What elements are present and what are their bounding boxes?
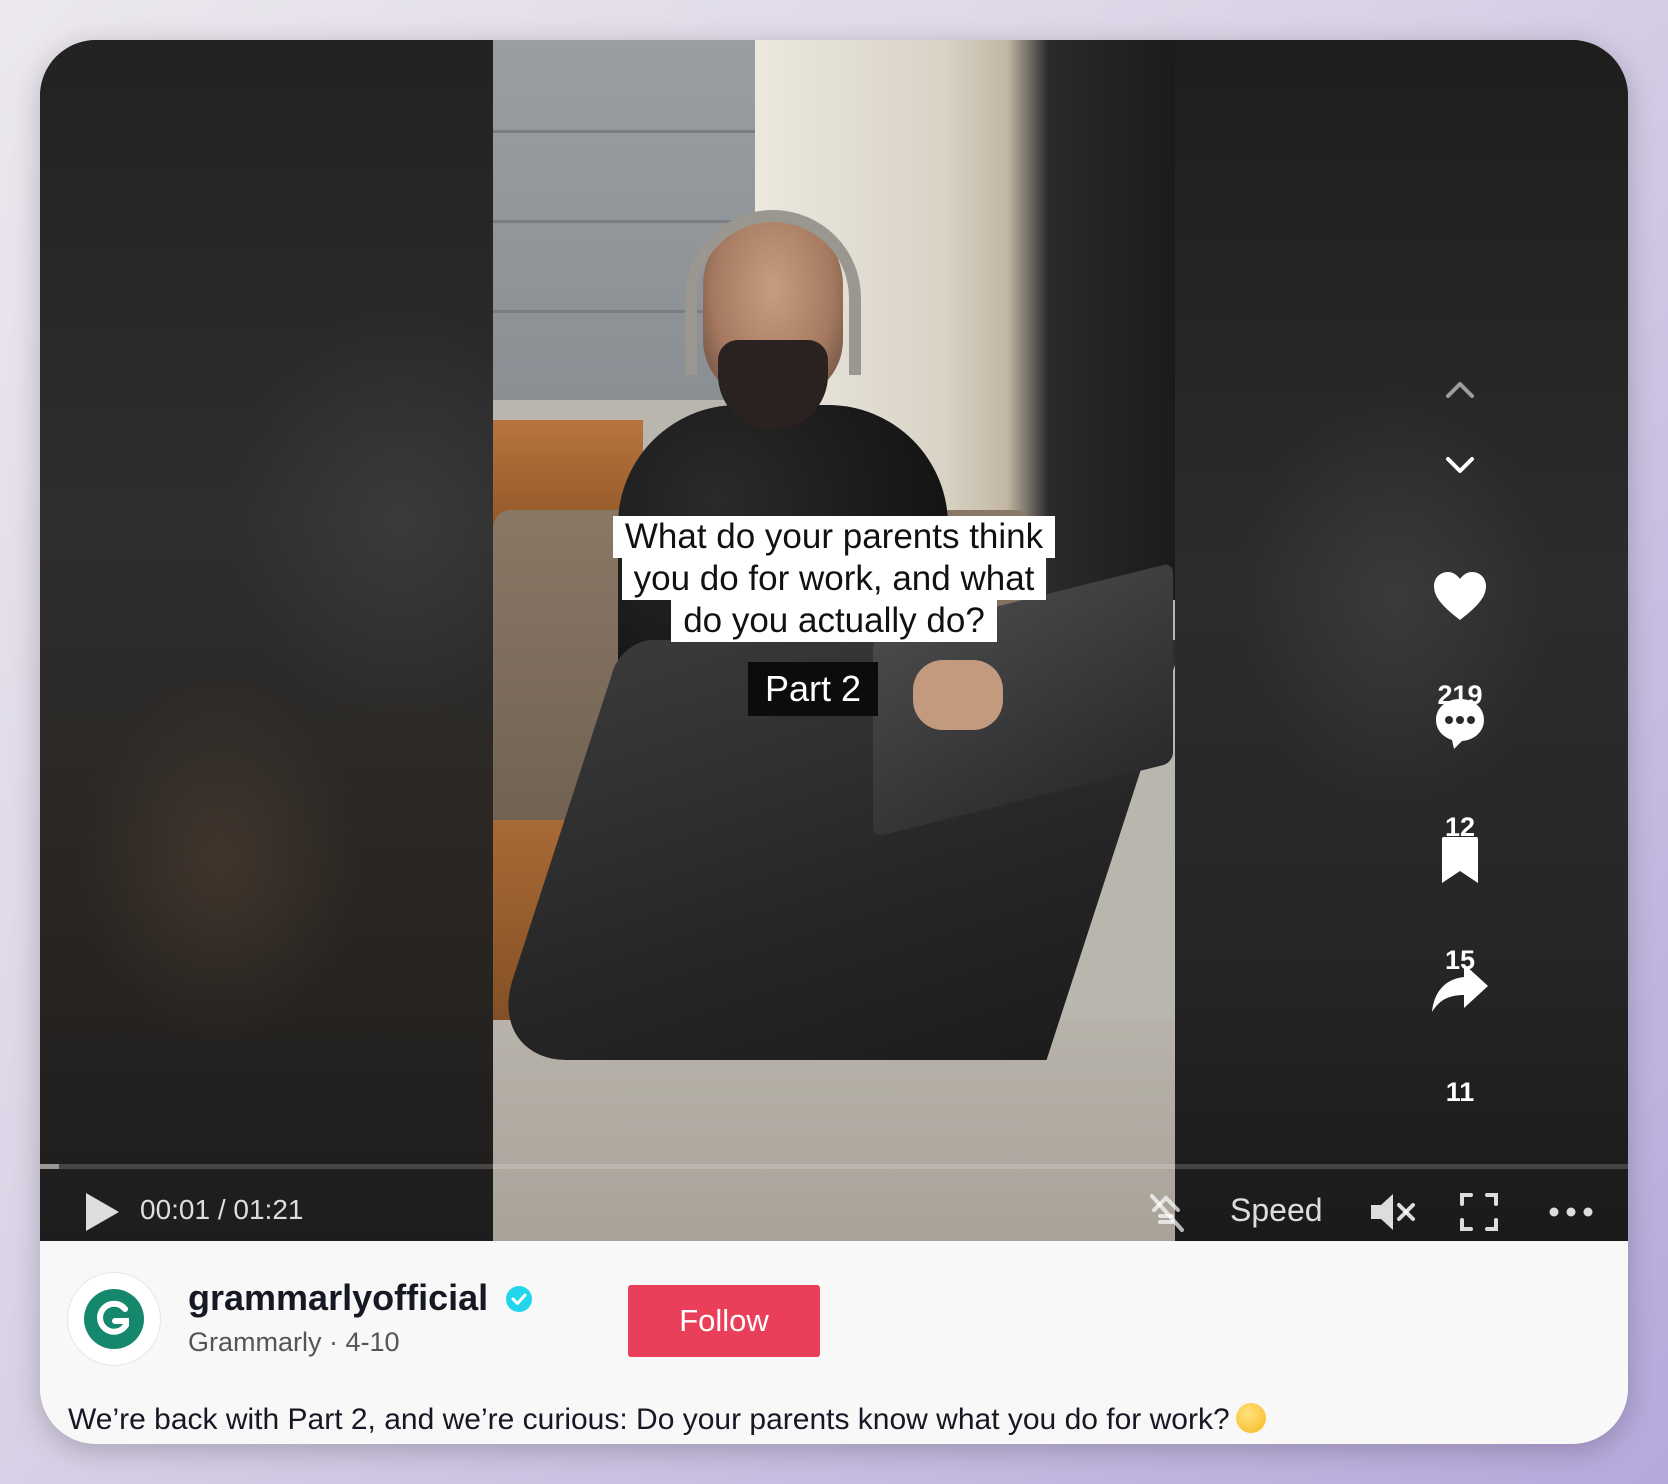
caption-line: What do your parents think: [612, 516, 1056, 558]
video-card: What do your parents think you do for wo…: [40, 40, 1628, 1444]
avatar[interactable]: [68, 1273, 160, 1365]
mute-icon[interactable]: [1368, 1190, 1418, 1239]
post-date: 4-10: [345, 1327, 400, 1357]
heart-icon[interactable]: [1410, 570, 1510, 630]
more-icon[interactable]: [1546, 1190, 1596, 1239]
caption-line: you do for work, and what: [621, 558, 1047, 600]
share-icon[interactable]: [1410, 962, 1510, 1022]
speed-button[interactable]: Speed: [1230, 1192, 1323, 1229]
share-count: 11: [1445, 1077, 1475, 1107]
chevron-up-icon[interactable]: [1410, 370, 1510, 410]
scene-headphones: [685, 210, 861, 375]
progress-fill: [40, 1164, 60, 1169]
follow-button[interactable]: Follow: [628, 1285, 820, 1357]
part-label: Part 2: [748, 662, 878, 716]
blurred-backdrop-left: [40, 40, 493, 1241]
author-username[interactable]: grammarlyofficial: [188, 1277, 488, 1319]
thinking-face-emoji: [1235, 1403, 1266, 1433]
caption-line: do you actually do?: [671, 600, 997, 642]
floating-player-icon[interactable]: [1146, 1190, 1186, 1239]
description-text: We’re back with Part 2, and we’re curiou…: [68, 1403, 1230, 1436]
video-player[interactable]: What do your parents think you do for wo…: [40, 40, 1628, 1241]
scene-hands: [913, 660, 1003, 730]
verified-icon: [505, 1285, 533, 1313]
post-description: We’re back with Part 2, and we’re curiou…: [68, 1403, 1266, 1437]
chevron-down-icon[interactable]: [1410, 445, 1510, 485]
author-display-name[interactable]: Grammarly: [188, 1327, 322, 1357]
play-icon[interactable]: [82, 1190, 122, 1239]
video-caption: What do your parents think you do for wo…: [493, 516, 1175, 642]
comment-icon[interactable]: [1410, 695, 1510, 755]
playback-time: 00:01 / 01:21: [140, 1194, 304, 1225]
author-subline: Grammarly · 4-10: [188, 1327, 400, 1358]
post-info: grammarlyofficial Grammarly · 4-10 Follo…: [40, 1241, 1628, 1444]
blurred-backdrop-right: [1175, 40, 1628, 1241]
video-frame[interactable]: What do your parents think you do for wo…: [493, 40, 1175, 1241]
progress-bar[interactable]: [40, 1164, 1628, 1169]
side-action-bar: 219 12 15 11: [1410, 40, 1510, 1241]
separator: ·: [329, 1327, 339, 1357]
fullscreen-icon[interactable]: [1458, 1190, 1500, 1239]
bookmark-icon[interactable]: [1410, 835, 1510, 895]
